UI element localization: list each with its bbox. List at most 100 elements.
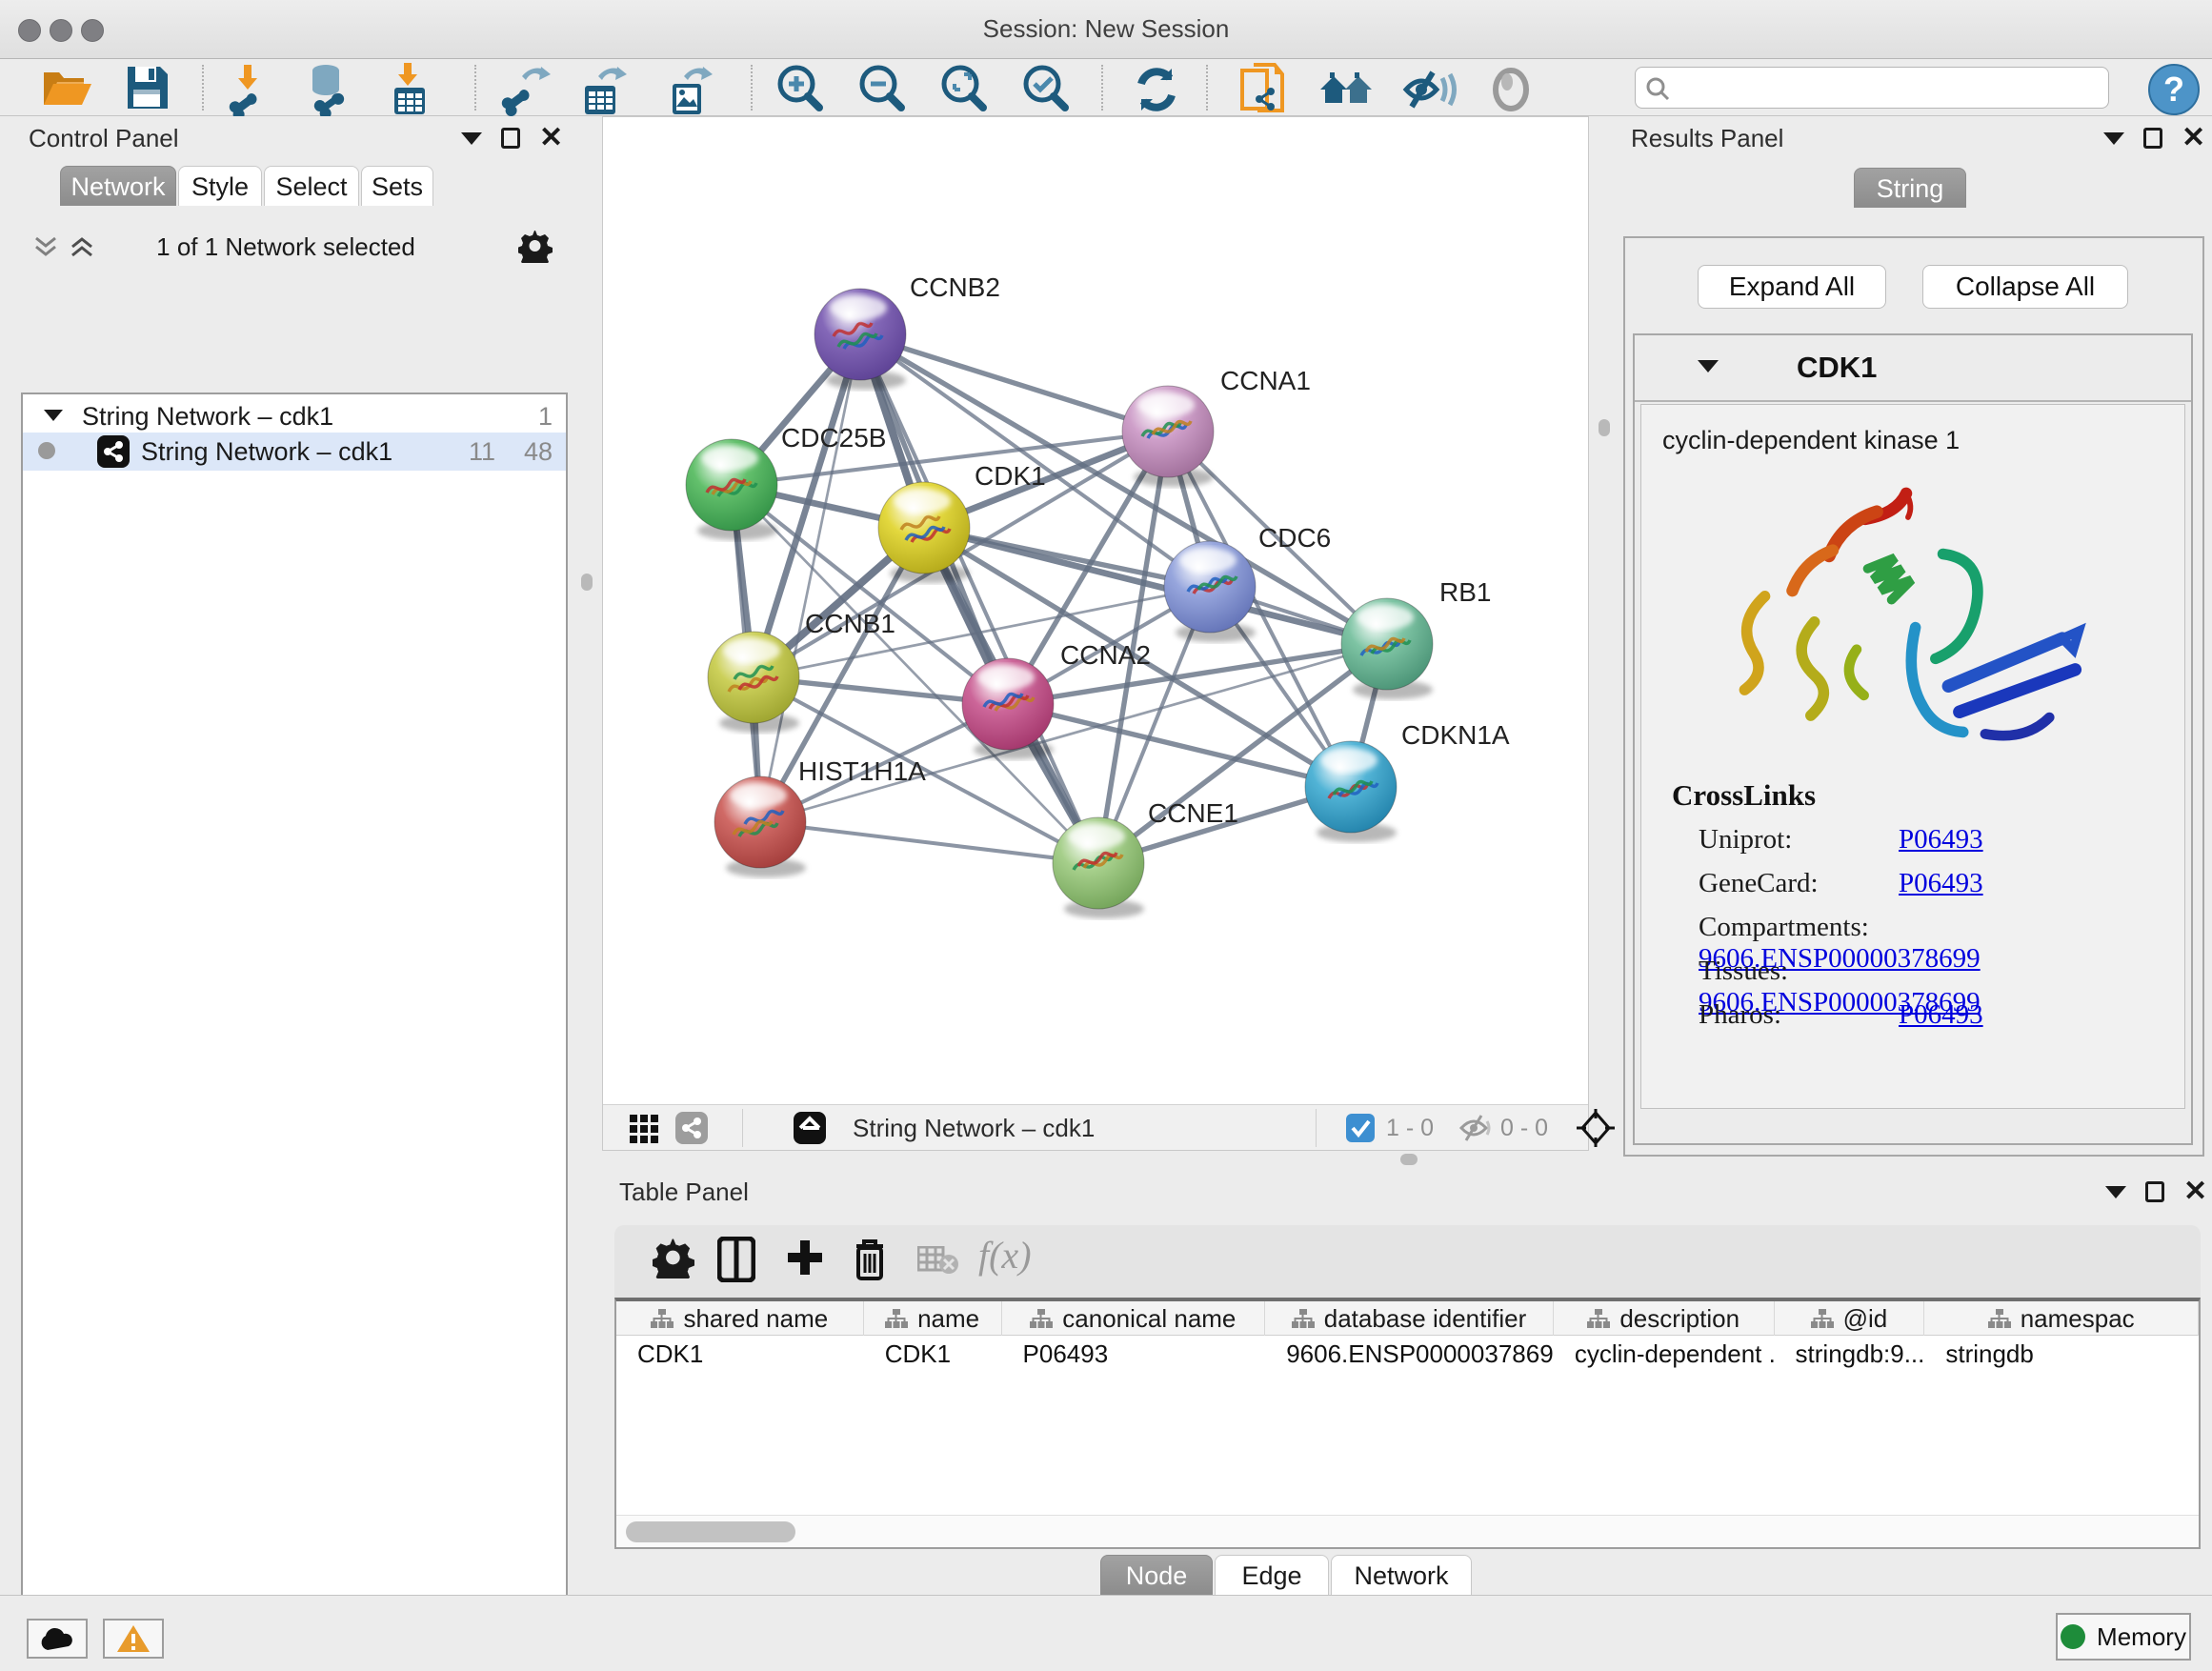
- tab-string[interactable]: String: [1854, 168, 1966, 208]
- open-session-icon[interactable]: [40, 63, 93, 112]
- export-image-icon[interactable]: [659, 63, 713, 112]
- table-cell[interactable]: stringdb: [1924, 1336, 2199, 1372]
- network-canvas[interactable]: CCNB2CCNA1CDC25BCDK1CDC6RB1CCNB1CCNA2CDK…: [603, 117, 1588, 1104]
- memory-button[interactable]: Memory: [2056, 1613, 2191, 1661]
- open-in-window-icon[interactable]: [794, 1112, 826, 1144]
- delete-column-icon[interactable]: [851, 1237, 889, 1282]
- import-database-icon[interactable]: [301, 63, 354, 112]
- gene-section-header[interactable]: CDK1: [1635, 335, 2191, 402]
- refresh-icon[interactable]: [1130, 63, 1183, 112]
- network-node-HIST1H1A[interactable]: [714, 776, 806, 877]
- right-splitter-handle[interactable]: [1599, 419, 1610, 436]
- left-splitter-handle[interactable]: [581, 574, 593, 591]
- hidden-count: 0 - 0: [1500, 1115, 1548, 1142]
- network-edge-CCNB2-HIST1H1A[interactable]: [760, 334, 860, 822]
- column-header-namespac[interactable]: namespac: [1924, 1301, 2199, 1336]
- show-columns-icon[interactable]: [717, 1237, 755, 1282]
- column-header-name[interactable]: name: [864, 1301, 1002, 1336]
- export-table-icon[interactable]: [573, 63, 627, 112]
- table-row[interactable]: CDK1CDK1P064939606.ENSP00000378699cyclin…: [616, 1336, 2199, 1372]
- close-panel-icon[interactable]: ✕: [2182, 128, 2205, 149]
- network-node-CCNA1[interactable]: [1122, 386, 1214, 487]
- search-input[interactable]: [1678, 70, 2097, 106]
- table-options-gear-icon[interactable]: [653, 1237, 694, 1278]
- tab-network[interactable]: Network: [60, 166, 176, 206]
- tab-network-table[interactable]: Network Table: [1331, 1555, 1472, 1595]
- warning-button[interactable]: [103, 1619, 164, 1659]
- import-table-icon[interactable]: [383, 63, 436, 112]
- zoom-in-icon[interactable]: [774, 63, 827, 112]
- crosslink-link[interactable]: P06493: [1899, 824, 1983, 855]
- cloud-status-button[interactable]: [27, 1619, 88, 1659]
- grid-view-icon[interactable]: [630, 1115, 658, 1143]
- tab-edge-table[interactable]: Edge Table: [1215, 1555, 1329, 1595]
- float-panel-icon[interactable]: [501, 128, 520, 149]
- crosslink-link[interactable]: P06493: [1899, 999, 1983, 1030]
- collapse-all-networks-icon[interactable]: [32, 234, 59, 259]
- network-node-CCNB1[interactable]: [708, 632, 799, 733]
- gene-details: cyclin-dependent kinase 1: [1640, 404, 2185, 1109]
- network-collection-row[interactable]: String Network – cdk1 1: [23, 400, 566, 434]
- first-neighbors-icon[interactable]: [1317, 63, 1370, 112]
- table-cell[interactable]: 9606.ENSP00000378699: [1265, 1336, 1554, 1372]
- network-node-CCNA2[interactable]: [962, 658, 1054, 759]
- show-graphics-details-icon[interactable]: [1484, 63, 1538, 112]
- crosslink-link[interactable]: P06493: [1899, 868, 1983, 898]
- clone-network-icon[interactable]: [1235, 63, 1288, 112]
- scrollbar-thumb[interactable]: [626, 1521, 795, 1542]
- table-cell[interactable]: CDK1: [864, 1336, 1002, 1372]
- table-cell[interactable]: CDK1: [616, 1336, 864, 1372]
- zoom-selected-icon[interactable]: [1019, 63, 1073, 112]
- close-panel-icon[interactable]: ✕: [539, 128, 563, 149]
- float-panel-icon[interactable]: [2143, 128, 2162, 149]
- expand-all-button[interactable]: Expand All: [1698, 265, 1886, 309]
- network-node-CDC25B[interactable]: [686, 439, 777, 540]
- network-node-CDK1[interactable]: [878, 482, 970, 583]
- birds-eye-view-icon[interactable]: [1577, 1109, 1615, 1147]
- help-icon[interactable]: ?: [2147, 63, 2201, 112]
- network-node-CDKN1A[interactable]: [1305, 741, 1397, 842]
- close-panel-icon[interactable]: ✕: [2183, 1181, 2207, 1202]
- network-badge-icon[interactable]: [675, 1112, 708, 1144]
- add-column-icon[interactable]: [784, 1237, 826, 1278]
- column-header-shared-name[interactable]: shared name: [616, 1301, 864, 1336]
- collection-expand-icon[interactable]: [44, 410, 63, 421]
- tab-style[interactable]: Style: [178, 166, 262, 206]
- table-cell[interactable]: cyclin-dependent ...: [1554, 1336, 1775, 1372]
- network-node-CDC6[interactable]: [1164, 541, 1256, 642]
- zoom-fit-icon[interactable]: [937, 63, 991, 112]
- tab-select[interactable]: Select: [264, 166, 359, 206]
- network-edge-CCNE1-HIST1H1A[interactable]: [760, 822, 1098, 863]
- memory-label: Memory: [2097, 1622, 2186, 1652]
- network-row-selected[interactable]: String Network – cdk1 11 48: [23, 433, 566, 471]
- column-header-description[interactable]: description: [1554, 1301, 1775, 1336]
- network-options-gear-icon[interactable]: [518, 229, 553, 263]
- horizontal-scrollbar[interactable]: [616, 1515, 2199, 1547]
- column-header-canonical-name[interactable]: canonical name: [1002, 1301, 1266, 1336]
- collapse-panel-icon[interactable]: [461, 132, 482, 145]
- expand-all-networks-icon[interactable]: [69, 234, 95, 259]
- column-header--id[interactable]: @id: [1775, 1301, 1925, 1336]
- collapse-panel-icon[interactable]: [2105, 1186, 2126, 1198]
- zoom-out-icon[interactable]: [855, 63, 909, 112]
- tab-sets[interactable]: Sets: [361, 166, 433, 206]
- collapse-panel-icon[interactable]: [2103, 132, 2124, 145]
- table-cell[interactable]: stringdb:9...: [1775, 1336, 1925, 1372]
- hide-selected-icon[interactable]: [1400, 63, 1454, 112]
- horizontal-splitter-handle[interactable]: [1400, 1154, 1418, 1165]
- crosslink-label: Pharos:: [1699, 999, 1899, 1031]
- tab-node-table[interactable]: Node Table: [1100, 1555, 1213, 1595]
- float-panel-icon[interactable]: [2145, 1181, 2164, 1202]
- network-edge-CCNB2-CCNA1[interactable]: [860, 334, 1168, 432]
- hidden-eye-icon[interactable]: [1458, 1114, 1493, 1142]
- import-network-icon[interactable]: [221, 63, 274, 112]
- export-network-icon[interactable]: [493, 63, 547, 112]
- column-header-database-identifier[interactable]: database identifier: [1265, 1301, 1554, 1336]
- collapse-all-button[interactable]: Collapse All: [1922, 265, 2128, 309]
- save-session-icon[interactable]: [120, 63, 173, 112]
- table-cell[interactable]: P06493: [1002, 1336, 1266, 1372]
- selected-checkbox-icon[interactable]: [1346, 1114, 1375, 1142]
- network-node-CCNE1[interactable]: [1053, 817, 1144, 918]
- network-node-RB1[interactable]: [1341, 598, 1433, 699]
- section-collapse-icon[interactable]: [1698, 360, 1719, 372]
